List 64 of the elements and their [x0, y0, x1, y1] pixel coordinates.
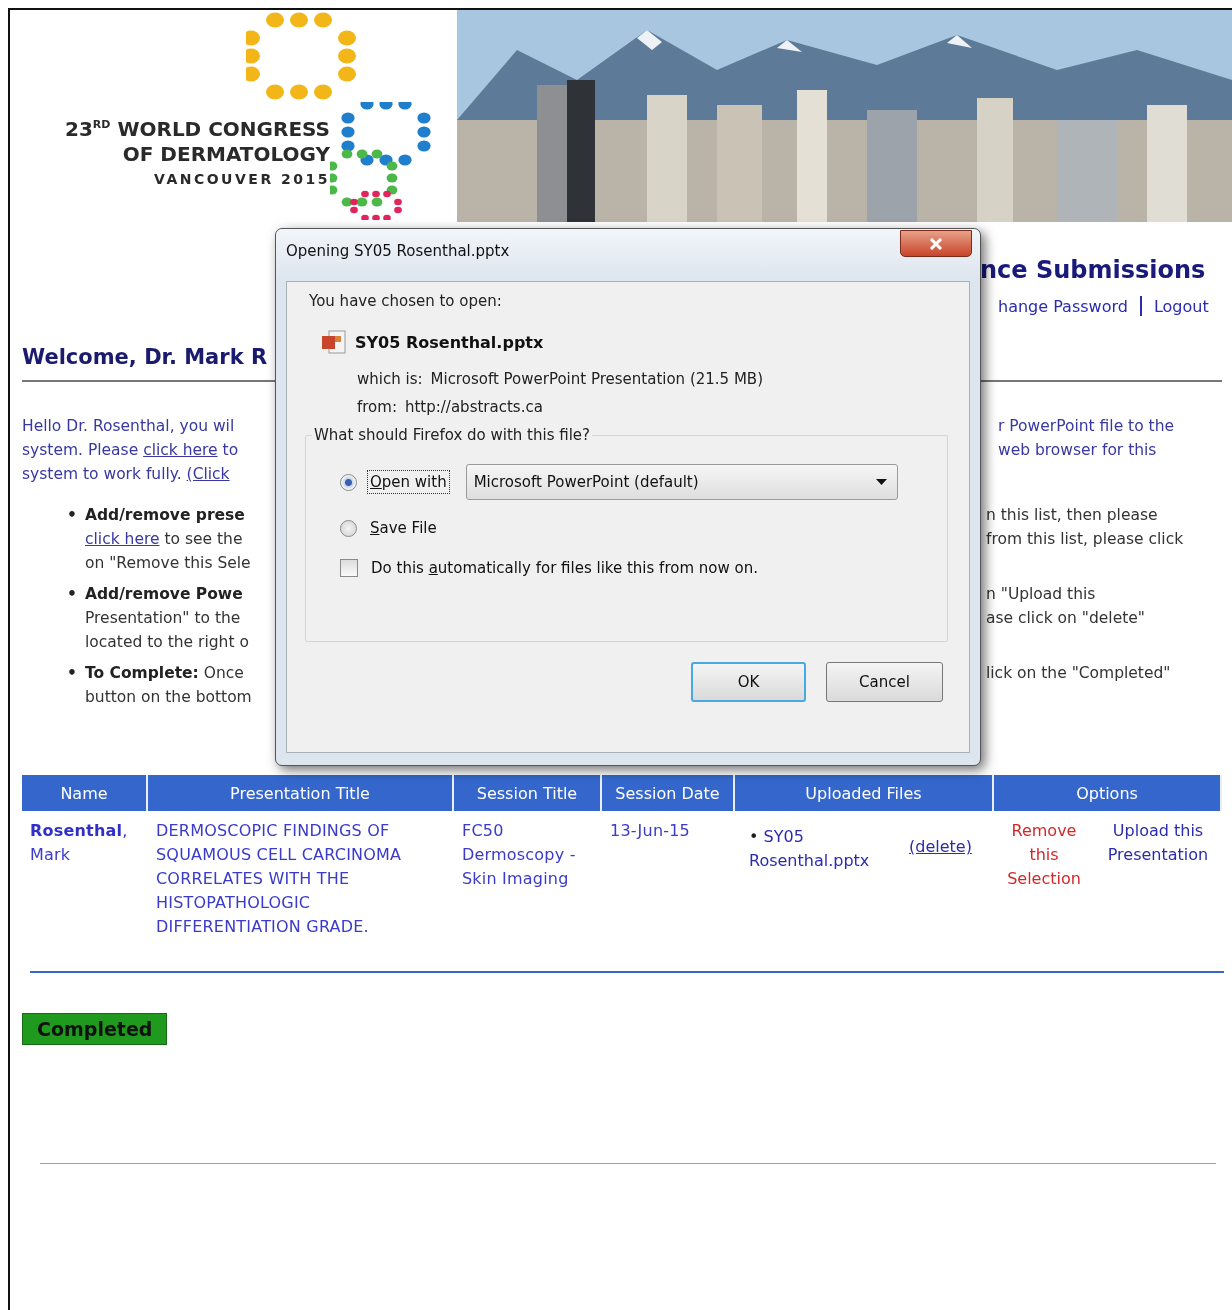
detail-label: which is:	[357, 370, 423, 388]
table-cell-text: FC50 Dermoscopy - Skin Imaging	[461, 820, 577, 890]
application-dropdown[interactable]: Microsoft PowerPoint (default)	[465, 464, 898, 500]
text-line: system to work fully. (Click	[22, 465, 230, 483]
column-header: Name	[22, 775, 148, 811]
text-line: click here to see the	[85, 530, 243, 548]
radio-label[interactable]: Open with	[367, 470, 450, 494]
text-line: n this list, then please	[986, 506, 1158, 524]
welcome-heading: Welcome, Dr. Mark R	[22, 345, 268, 369]
text-line: lick on the "Completed"	[986, 664, 1171, 682]
file-name: SY05 Rosenthal.pptx	[355, 332, 544, 352]
text-line: • Add/remove Powe	[67, 585, 243, 603]
column-header: Session Title	[454, 775, 602, 811]
file-link[interactable]: • SY05 Rosenthal.pptx	[749, 825, 889, 873]
logo-text: OF DERMATOLOGY	[122, 141, 330, 167]
dialog-button[interactable]: OK	[691, 662, 806, 702]
link[interactable]: (Click	[186, 465, 230, 483]
group-label: What should Firefox do with this file?	[313, 426, 592, 444]
detail-value: Microsoft PowerPoint Presentation (21.5 MB)	[430, 370, 763, 388]
detail-value: http://abstracts.ca	[404, 398, 543, 416]
text-line: button on the bottom	[85, 688, 252, 706]
text-line: • To Complete: Once	[67, 664, 244, 682]
text-line: on "Remove this Sele	[85, 554, 251, 572]
delete-link[interactable]: (delete)	[909, 837, 972, 856]
logo-text: 23$^{RD}$ WORLD CONGRESS	[65, 115, 330, 142]
table-cell-text: 13-Jun-15	[609, 820, 691, 842]
option-link[interactable]: Remove this Selection	[1002, 819, 1086, 959]
detail-label: from:	[357, 398, 397, 416]
column-header: Uploaded Files	[735, 775, 994, 811]
text-line: ase click on "delete"	[986, 609, 1145, 627]
text-line: Presentation" to the	[85, 609, 241, 627]
text-line: system. Please click here to	[22, 441, 239, 459]
powerpoint-file-icon	[321, 330, 347, 354]
table-cell-text: Rosenthal, Mark	[29, 820, 129, 866]
account-link[interactable]: Logout	[1153, 296, 1209, 316]
column-header: Options	[994, 775, 1222, 811]
text-line: Hello Dr. Rosenthal, you wil	[22, 417, 235, 435]
text-line: located to the right o	[85, 633, 249, 651]
account-link[interactable]: hange Password	[998, 296, 1128, 316]
text-line: web browser for this	[998, 441, 1157, 459]
dialog-title: Opening SY05 Rosenthal.pptx	[286, 242, 510, 260]
radio-button[interactable]	[340, 519, 357, 537]
option-link[interactable]: Upload this Presentation	[1100, 819, 1216, 959]
text-line: from this list, please click	[986, 530, 1184, 548]
radio-label[interactable]: Save File	[367, 516, 440, 540]
link[interactable]: click here	[143, 441, 218, 459]
page-title: nce Submissions	[980, 256, 1206, 284]
logo-text: VANCOUVER 2015	[154, 169, 330, 189]
prompt-text: You have chosen to open:	[309, 292, 503, 310]
dialog-button[interactable]: Cancel	[826, 662, 943, 702]
close-icon	[929, 237, 943, 250]
checkbox[interactable]	[340, 559, 358, 577]
text-line: n "Upload this	[986, 585, 1096, 603]
checkbox-label[interactable]: Do this automatically for files like this from now on.	[368, 556, 761, 580]
table-cell-text: DERMOSCOPIC FINDINGS OF SQUAMOUS CELL CARCINOMA CORRELATES WITH THE HISTOPATHOLOGIC DIFFERENTIATION GRADE.	[155, 820, 403, 938]
radio-button[interactable]	[340, 473, 357, 491]
column-header: Session Date	[602, 775, 735, 811]
text-line: r PowerPoint file to the	[998, 417, 1175, 435]
completed-button[interactable]: Completed	[22, 1013, 168, 1045]
column-header: Presentation Title	[148, 775, 454, 811]
close-button[interactable]	[900, 230, 972, 257]
text-line: • Add/remove prese	[67, 506, 245, 524]
dropdown-caret-icon	[875, 479, 887, 485]
link[interactable]: click here	[85, 530, 160, 548]
